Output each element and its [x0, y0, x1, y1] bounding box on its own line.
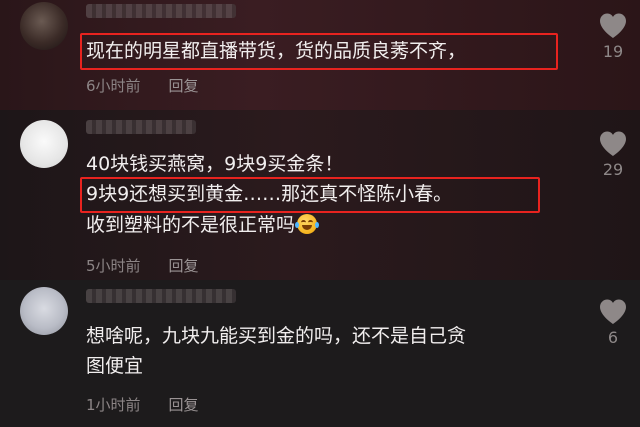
comment-meta: 1小时前 回复	[86, 394, 199, 415]
avatar[interactable]	[20, 287, 68, 335]
reply-button[interactable]: 回复	[169, 257, 199, 275]
avatar[interactable]	[20, 120, 68, 168]
comment-text: 想啥呢，九块九能买到金的吗，还不是自己贪	[86, 325, 467, 347]
reply-button[interactable]: 回复	[169, 396, 199, 414]
avatar[interactable]	[20, 2, 68, 50]
comment-text: 40块钱买燕窝，9块9买金条！	[86, 153, 344, 175]
comment-item: 想啥呢，九块九能买到金的吗，还不是自己贪 图便宜 1小时前 回复 6	[0, 280, 640, 427]
laugh-cry-emoji-icon	[295, 214, 320, 234]
like-count: 29	[602, 160, 624, 179]
comment-text: 图便宜	[86, 355, 144, 377]
like-count: 6	[607, 328, 619, 347]
heart-icon	[600, 13, 626, 38]
heart-icon	[600, 299, 626, 324]
like-button[interactable]: 29	[598, 130, 628, 179]
comment-text: 现在的明星都直播带货，货的品质良莠不齐，	[86, 40, 467, 62]
comment-meta: 6小时前 回复	[86, 75, 199, 96]
like-button[interactable]: 19	[598, 12, 628, 61]
comment-text-span: 收到塑料的不是很正常吗	[86, 214, 296, 236]
username-blurred[interactable]	[86, 120, 196, 134]
comment-text: 收到塑料的不是很正常吗	[86, 211, 320, 239]
comment-item: 40块钱买燕窝，9块9买金条！ 9块9还想买到黄金……那还真不怪陈小春。 收到塑…	[0, 110, 640, 280]
comment-time: 6小时前	[86, 77, 141, 95]
comment-time: 5小时前	[86, 257, 141, 275]
comment-meta: 5小时前 回复	[86, 255, 199, 276]
username-blurred[interactable]	[86, 4, 236, 18]
comment-item: 现在的明星都直播带货，货的品质良莠不齐， 6小时前 回复 19	[0, 0, 640, 110]
comment-time: 1小时前	[86, 396, 141, 414]
like-button[interactable]: 6	[598, 298, 628, 347]
comment-list: 现在的明星都直播带货，货的品质良莠不齐， 6小时前 回复 19 40块钱买燕窝，9…	[0, 0, 640, 427]
reply-button[interactable]: 回复	[169, 77, 199, 95]
comment-text: 9块9还想买到黄金……那还真不怪陈小春。	[86, 183, 453, 205]
heart-icon	[600, 131, 626, 156]
like-count: 19	[602, 42, 624, 61]
username-blurred[interactable]	[86, 289, 236, 303]
